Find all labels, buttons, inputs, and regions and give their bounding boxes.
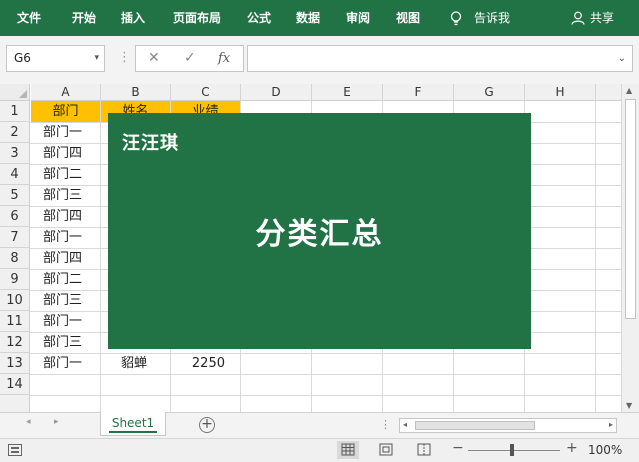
- tab-home[interactable]: 开始: [72, 0, 96, 36]
- zoom-in-button[interactable]: +: [566, 440, 578, 456]
- page-layout-icon: [379, 443, 393, 456]
- splitter-icon[interactable]: ⋮: [380, 418, 391, 431]
- col-header-i[interactable]: [596, 84, 621, 101]
- page-layout-view-button[interactable]: [375, 441, 397, 459]
- cell-a8[interactable]: 部门四: [43, 248, 82, 269]
- row-header[interactable]: 3: [0, 143, 30, 164]
- cell-a12[interactable]: 部门三: [43, 332, 82, 353]
- horizontal-scroll-thumb[interactable]: [415, 421, 535, 430]
- col-header-d[interactable]: D: [241, 84, 312, 101]
- cell-a1[interactable]: 部门: [31, 101, 100, 122]
- brand-watermark: 汪汪琪: [122, 133, 179, 154]
- tab-view[interactable]: 视图: [396, 0, 420, 36]
- cell-a9[interactable]: 部门二: [43, 269, 82, 290]
- vertical-scrollbar[interactable]: ▲ ▼: [621, 84, 639, 412]
- row-header[interactable]: [0, 395, 30, 412]
- more-icon: ⋮: [118, 50, 131, 65]
- ribbon-tab-bar: 文件 开始 插入 页面布局 公式 数据 审阅 视图 告诉我 共享: [0, 0, 639, 36]
- col-header-f[interactable]: F: [383, 84, 454, 101]
- zoom-slider-thumb[interactable]: [510, 444, 514, 456]
- cell-b13[interactable]: 貂蝉: [121, 353, 147, 374]
- col-header-b[interactable]: B: [101, 84, 171, 101]
- col-header-g[interactable]: G: [454, 84, 525, 101]
- zoom-level[interactable]: 100%: [588, 443, 622, 457]
- select-all-corner[interactable]: [0, 84, 30, 101]
- row-header[interactable]: 8: [0, 248, 30, 269]
- expand-formula-icon[interactable]: ⌄: [618, 46, 626, 71]
- cancel-icon[interactable]: ✕: [148, 46, 160, 71]
- row-header[interactable]: 4: [0, 164, 30, 185]
- chevron-left-icon[interactable]: ◂: [26, 417, 31, 427]
- tab-insert[interactable]: 插入: [121, 0, 145, 36]
- check-icon[interactable]: ✓: [184, 46, 196, 71]
- normal-view-icon: [341, 443, 355, 456]
- row-header[interactable]: 7: [0, 227, 30, 248]
- col-header-a[interactable]: A: [31, 84, 101, 101]
- cell-a5[interactable]: 部门三: [43, 185, 82, 206]
- scroll-right-icon[interactable]: ▸: [609, 420, 613, 429]
- normal-view-button[interactable]: [337, 441, 359, 459]
- scroll-up-icon[interactable]: ▲: [626, 86, 632, 95]
- macro-record-icon[interactable]: [8, 444, 22, 456]
- tab-data[interactable]: 数据: [296, 0, 320, 36]
- scroll-down-icon[interactable]: ▼: [626, 401, 632, 410]
- add-sheet-icon[interactable]: +: [199, 417, 215, 433]
- cell-a3[interactable]: 部门四: [43, 143, 82, 164]
- grid-line: [30, 353, 621, 354]
- tab-file[interactable]: 文件: [17, 0, 41, 36]
- cell-a13[interactable]: 部门一: [43, 353, 82, 374]
- row-header[interactable]: 6: [0, 206, 30, 227]
- col-header-c[interactable]: C: [171, 84, 241, 101]
- grid-line: [100, 101, 101, 412]
- row-header[interactable]: 1: [0, 101, 30, 122]
- tab-review[interactable]: 审阅: [346, 0, 370, 36]
- cell-c13[interactable]: 2250: [171, 353, 225, 374]
- lightbulb-icon: [450, 11, 462, 26]
- chevron-down-icon[interactable]: ▾: [94, 46, 99, 71]
- name-box[interactable]: G6 ▾: [6, 45, 105, 72]
- cell-a4[interactable]: 部门二: [43, 164, 82, 185]
- status-bar: − + 100%: [0, 438, 639, 462]
- person-icon: [571, 11, 585, 25]
- sheet-tab-bar: ◂ ▸ Sheet1 + ⋮ ◂ ▸: [0, 412, 639, 438]
- grid-line: [595, 101, 596, 412]
- col-header-e[interactable]: E: [312, 84, 383, 101]
- row-header[interactable]: 5: [0, 185, 30, 206]
- row-header[interactable]: 13: [0, 353, 30, 374]
- row-header[interactable]: 9: [0, 269, 30, 290]
- formula-input[interactable]: ⌄: [247, 45, 633, 72]
- insert-function-icon[interactable]: fx: [218, 46, 230, 71]
- tell-me-label: 告诉我: [474, 11, 511, 25]
- row-header[interactable]: 14: [0, 374, 30, 395]
- formula-buttons: ✕ ✓ fx: [135, 45, 244, 72]
- tab-formulas[interactable]: 公式: [247, 0, 271, 36]
- vertical-scroll-thumb[interactable]: [625, 99, 636, 319]
- row-header[interactable]: 11: [0, 311, 30, 332]
- cell-a11[interactable]: 部门一: [43, 311, 82, 332]
- page-break-view-button[interactable]: [413, 441, 435, 459]
- name-box-value: G6: [14, 51, 31, 65]
- cell-a6[interactable]: 部门四: [43, 206, 82, 227]
- row-header[interactable]: 12: [0, 332, 30, 353]
- row-header[interactable]: 10: [0, 290, 30, 311]
- overlay-title: 分类汇总: [255, 217, 384, 252]
- cell-a10[interactable]: 部门三: [43, 290, 82, 311]
- formula-bar: G6 ▾ ⋮ ✕ ✓ fx ⌄: [0, 36, 639, 84]
- row-header[interactable]: 2: [0, 122, 30, 143]
- horizontal-scrollbar[interactable]: ◂ ▸: [399, 418, 617, 433]
- cell-a7[interactable]: 部门一: [43, 227, 82, 248]
- page-break-icon: [417, 443, 431, 456]
- cell-a2[interactable]: 部门一: [43, 122, 82, 143]
- zoom-slider[interactable]: [468, 450, 560, 451]
- tab-page-layout[interactable]: 页面布局: [173, 0, 221, 36]
- grid-line: [30, 395, 621, 396]
- sheet-tab-sheet1[interactable]: Sheet1: [100, 412, 166, 436]
- share-label: 共享: [590, 11, 615, 25]
- zoom-out-button[interactable]: −: [452, 440, 464, 456]
- col-header-h[interactable]: H: [525, 84, 596, 101]
- grid-line: [30, 374, 621, 375]
- chevron-right-icon[interactable]: ▸: [54, 417, 59, 427]
- title-overlay: 汪汪琪 分类汇总: [108, 113, 531, 349]
- scroll-left-icon[interactable]: ◂: [403, 420, 407, 429]
